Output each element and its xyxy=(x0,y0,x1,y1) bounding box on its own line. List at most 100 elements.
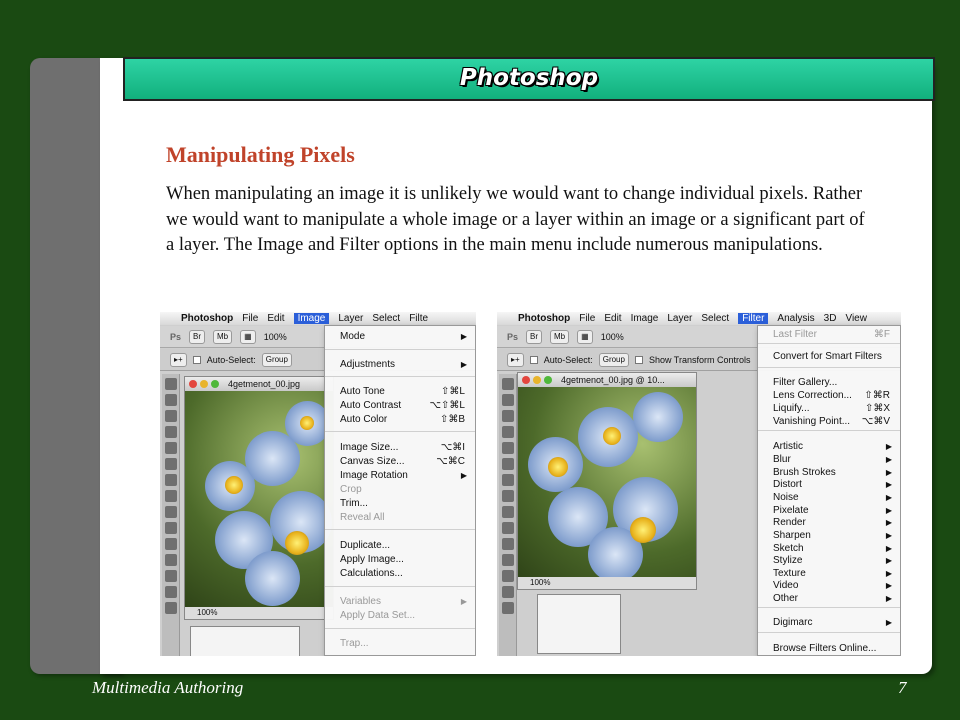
close-icon[interactable] xyxy=(189,380,197,388)
dodge-icon[interactable] xyxy=(501,586,514,598)
document-titlebar[interactable]: 4getmenot_00.jpg @ 10... xyxy=(518,373,696,387)
menu-filter[interactable]: Filter xyxy=(738,313,769,324)
minibridge-button[interactable]: Mb xyxy=(550,329,570,344)
menu-item-duplicate[interactable]: Duplicate... xyxy=(325,539,475,552)
quick-select-icon[interactable] xyxy=(501,426,514,438)
menu-view[interactable]: View xyxy=(845,313,867,324)
show-transform-checkbox[interactable] xyxy=(634,355,643,364)
menu-select[interactable]: Select xyxy=(701,313,729,324)
menu-item-apply-image[interactable]: Apply Image... xyxy=(325,553,475,566)
menu-item-mode[interactable]: Mode ▶ xyxy=(325,330,475,343)
pen-icon[interactable] xyxy=(501,602,514,614)
brush-icon[interactable] xyxy=(501,490,514,502)
zoom-level[interactable]: 100% xyxy=(264,332,287,342)
history-brush-icon[interactable] xyxy=(501,522,514,534)
menu-layer[interactable]: Layer xyxy=(667,313,692,324)
marquee-icon[interactable] xyxy=(501,394,514,406)
eraser-icon[interactable] xyxy=(164,538,177,550)
menu-item-other[interactable]: Other ▶ xyxy=(758,592,900,605)
pen-icon[interactable] xyxy=(164,602,177,614)
menu-item-distort[interactable]: Distort ▶ xyxy=(758,478,900,491)
menu-item-auto-color[interactable]: Auto Color ⇧⌘B xyxy=(325,413,475,426)
menu-item-lens-correction[interactable]: Lens Correction... ⇧⌘R xyxy=(758,389,900,402)
menu-file[interactable]: File xyxy=(579,313,595,324)
menu-item-vanishing-point[interactable]: Vanishing Point... ⌥⌘V xyxy=(758,415,900,428)
eraser-icon[interactable] xyxy=(501,538,514,550)
gradient-icon[interactable] xyxy=(164,554,177,566)
menu-item-noise[interactable]: Noise ▶ xyxy=(758,491,900,504)
menu-image[interactable]: Image xyxy=(631,313,659,324)
move-tool-icon[interactable]: ▸+ xyxy=(170,352,187,367)
eyedropper-icon[interactable] xyxy=(501,458,514,470)
menu-item-digimarc[interactable]: Digimarc ▶ xyxy=(758,616,900,629)
minibridge-button[interactable]: Mb xyxy=(213,329,233,344)
menu-analysis[interactable]: Analysis xyxy=(777,313,814,324)
move-icon[interactable] xyxy=(164,378,177,390)
document-zoom[interactable]: 100% xyxy=(518,577,696,589)
menu-item-auto-tone[interactable]: Auto Tone ⇧⌘L xyxy=(325,385,475,398)
healing-icon[interactable] xyxy=(501,474,514,486)
crop-icon[interactable] xyxy=(164,442,177,454)
menu-item-adjustments[interactable]: Adjustments ▶ xyxy=(325,358,475,371)
document-window[interactable]: 4getmenot_00.jpg 100% xyxy=(184,376,334,620)
crop-icon[interactable] xyxy=(501,442,514,454)
zoom-icon[interactable] xyxy=(544,376,552,384)
menu-layer[interactable]: Layer xyxy=(338,313,363,324)
quick-select-icon[interactable] xyxy=(164,426,177,438)
menu-select[interactable]: Select xyxy=(372,313,400,324)
menu-file[interactable]: File xyxy=(242,313,258,324)
group-select[interactable]: Group xyxy=(598,352,629,367)
menu-item-calculations[interactable]: Calculations... xyxy=(325,567,475,580)
zoom-icon[interactable] xyxy=(211,380,219,388)
menu-item-auto-contrast[interactable]: Auto Contrast ⌥⇧⌘L xyxy=(325,399,475,412)
menu-item-convert-for-smart-filters[interactable]: Convert for Smart Filters xyxy=(758,350,900,363)
menu-item-image-rotation[interactable]: Image Rotation ▶ xyxy=(325,469,475,482)
brush-icon[interactable] xyxy=(164,490,177,502)
eyedropper-icon[interactable] xyxy=(164,458,177,470)
menu-item-canvas-size[interactable]: Canvas Size... ⌥⌘C xyxy=(325,455,475,468)
bridge-button[interactable]: Br xyxy=(526,329,543,344)
menu-item-video[interactable]: Video ▶ xyxy=(758,579,900,592)
view-extras-button[interactable]: ▦ xyxy=(577,329,593,344)
menu-item-sharpen[interactable]: Sharpen ▶ xyxy=(758,529,900,542)
menu-photoshop[interactable]: Photoshop xyxy=(518,313,570,324)
zoom-level[interactable]: 100% xyxy=(601,332,624,342)
menu-item-browse-filters-online[interactable]: Browse Filters Online... xyxy=(758,642,900,655)
stamp-icon[interactable] xyxy=(164,506,177,518)
bridge-button[interactable]: Br xyxy=(189,329,206,344)
healing-icon[interactable] xyxy=(164,474,177,486)
menu-item-blur[interactable]: Blur ▶ xyxy=(758,453,900,466)
move-icon[interactable] xyxy=(501,378,514,390)
blur-icon[interactable] xyxy=(501,570,514,582)
menu-edit[interactable]: Edit xyxy=(267,313,284,324)
menu-item-render[interactable]: Render ▶ xyxy=(758,516,900,529)
menu-photoshop[interactable]: Photoshop xyxy=(181,313,233,324)
marquee-icon[interactable] xyxy=(164,394,177,406)
minimize-icon[interactable] xyxy=(200,380,208,388)
menu-edit[interactable]: Edit xyxy=(604,313,621,324)
stamp-icon[interactable] xyxy=(501,506,514,518)
document-window[interactable]: 4getmenot_00.jpg @ 10... 100% xyxy=(517,372,697,590)
lasso-icon[interactable] xyxy=(501,410,514,422)
gradient-icon[interactable] xyxy=(501,554,514,566)
minimize-icon[interactable] xyxy=(533,376,541,384)
document-titlebar[interactable]: 4getmenot_00.jpg xyxy=(185,377,333,391)
menu-filter[interactable]: Filte xyxy=(409,313,428,324)
document-zoom[interactable]: 100% xyxy=(185,607,333,619)
view-extras-button[interactable]: ▦ xyxy=(240,329,256,344)
menu-item-artistic[interactable]: Artistic ▶ xyxy=(758,440,900,453)
group-select[interactable]: Group xyxy=(261,352,292,367)
menu-item-liquify[interactable]: Liquify... ⇧⌘X xyxy=(758,402,900,415)
menu-item-trim[interactable]: Trim... xyxy=(325,497,475,510)
menu-image[interactable]: Image xyxy=(293,313,330,324)
menu-3d[interactable]: 3D xyxy=(824,313,837,324)
move-tool-icon[interactable]: ▸+ xyxy=(507,352,524,367)
menu-item-stylize[interactable]: Stylize ▶ xyxy=(758,554,900,567)
close-icon[interactable] xyxy=(522,376,530,384)
lasso-icon[interactable] xyxy=(164,410,177,422)
auto-select-checkbox[interactable] xyxy=(192,355,201,364)
menu-item-filter-gallery[interactable]: Filter Gallery... xyxy=(758,376,900,389)
menu-item-image-size[interactable]: Image Size... ⌥⌘I xyxy=(325,441,475,454)
blur-icon[interactable] xyxy=(164,570,177,582)
auto-select-checkbox[interactable] xyxy=(529,355,538,364)
